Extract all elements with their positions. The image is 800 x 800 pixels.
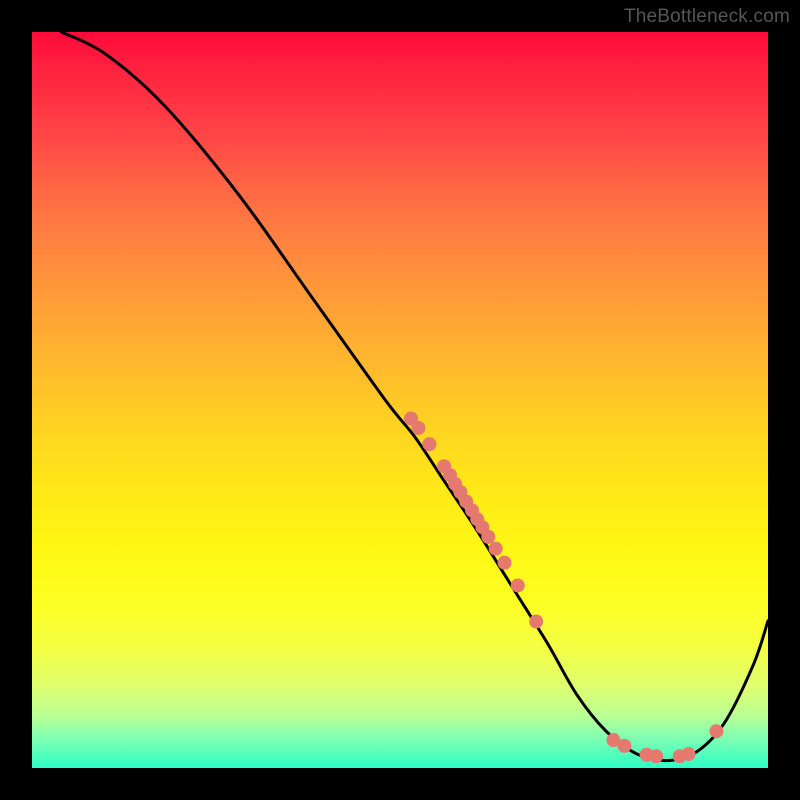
data-marker bbox=[411, 421, 425, 435]
data-marker bbox=[511, 578, 525, 592]
chart-container: TheBottleneck.com bbox=[0, 0, 800, 800]
curve-group bbox=[61, 32, 768, 761]
data-marker bbox=[682, 747, 696, 761]
data-marker bbox=[422, 437, 436, 451]
plot-area bbox=[32, 32, 768, 768]
data-marker bbox=[489, 542, 503, 556]
data-marker bbox=[649, 749, 663, 763]
watermark-text: TheBottleneck.com bbox=[624, 6, 790, 28]
data-marker bbox=[481, 530, 495, 544]
data-marker bbox=[529, 615, 543, 629]
data-marker bbox=[617, 739, 631, 753]
chart-svg bbox=[32, 32, 768, 768]
bottleneck-curve bbox=[61, 32, 768, 761]
marker-group bbox=[404, 411, 723, 763]
data-marker bbox=[709, 724, 723, 738]
data-marker bbox=[498, 556, 512, 570]
